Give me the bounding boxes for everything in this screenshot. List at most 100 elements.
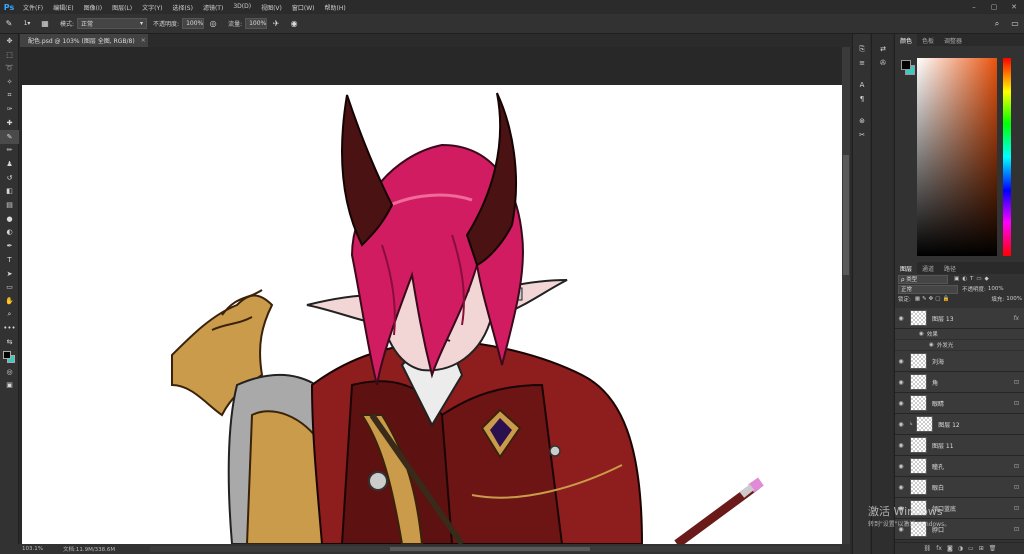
pressure-size-icon[interactable]: ◉ (285, 16, 303, 32)
layer-fx-badge[interactable]: fx (1013, 315, 1019, 322)
character-icon[interactable]: A (853, 78, 871, 92)
doc-info[interactable]: 文档:11.9M/338.6M (63, 545, 115, 553)
lasso-tool-icon[interactable]: ➰ (0, 61, 19, 75)
document-tab[interactable]: 配色.psd @ 103% (图层 全图, RGB/8) × (20, 34, 148, 47)
brush-preset-icon[interactable]: ✎ (0, 16, 18, 32)
maximize-button[interactable]: ▢ (984, 0, 1004, 14)
visibility-eye-icon[interactable]: ◉ (895, 379, 907, 386)
layer-opacity-value[interactable]: 100% (988, 286, 1004, 292)
marquee-tool-icon[interactable]: ⬚ (0, 48, 19, 62)
spot-heal-icon[interactable]: ✚ (0, 116, 19, 130)
history-icon[interactable]: ⎘ (853, 42, 871, 56)
menu-item-7[interactable]: 3D(D) (228, 3, 256, 12)
brush-size-picker[interactable]: 1 ▾ (18, 16, 36, 32)
layer-effect-row[interactable]: ◉ 效果 (895, 329, 1024, 340)
hand-tool-icon[interactable]: ✋ (0, 294, 19, 308)
menu-item-10[interactable]: 帮助(H) (320, 3, 351, 12)
filter-icons[interactable]: ▣◐T▭◆ (954, 276, 992, 282)
blend-mode-select[interactable]: 正常 (898, 284, 958, 294)
visibility-eye-icon[interactable]: ◉ (895, 421, 907, 428)
layer-kind-filter[interactable]: ρ 类型 (898, 274, 948, 284)
menu-item-0[interactable]: 文件(F) (18, 3, 48, 12)
close-document-icon[interactable]: × (141, 37, 146, 44)
canvas-area[interactable] (20, 47, 850, 544)
menu-item-6[interactable]: 滤镜(T) (198, 3, 228, 12)
zoom-tool-icon[interactable]: ⌕ (0, 308, 19, 322)
layer-row[interactable]: ◉ ↳ 图层 12 (895, 414, 1024, 435)
layer-row[interactable]: ◉ 角 ⊡ (895, 372, 1024, 393)
path-select-icon[interactable]: ➤ (0, 267, 19, 281)
adjustment-layer-icon[interactable]: ◑ (958, 545, 963, 552)
search-icon[interactable]: ⌕ (988, 16, 1006, 32)
visibility-eye-icon[interactable]: ◉ (895, 463, 907, 470)
tab-layers[interactable]: 图层 (895, 262, 918, 274)
layer-row[interactable]: ◉ 眼睛 ⊡ (895, 393, 1024, 414)
minimize-button[interactable]: – (964, 0, 984, 14)
quick-mask-icon[interactable]: ◎ (0, 365, 19, 379)
new-layer-icon[interactable]: ⊞ (979, 545, 984, 552)
airbrush-icon[interactable]: ✈ (267, 16, 285, 32)
toolbar-color-swatches[interactable] (0, 349, 19, 365)
gradient-tool-icon[interactable]: ▤ (0, 198, 19, 212)
horizontal-scroll-thumb[interactable] (390, 547, 590, 551)
hue-slider[interactable] (1003, 58, 1011, 256)
libraries-icon[interactable]: ⇄ (872, 42, 894, 56)
brush-tool-icon[interactable]: ✎ (0, 129, 19, 144)
toolbar-fg-color[interactable] (3, 350, 11, 359)
paragraph-icon[interactable]: ¶ (853, 92, 871, 106)
more-tools-icon[interactable]: ••• (0, 321, 19, 335)
lock-icons[interactable]: ▦✎✥▢🔒 (915, 296, 951, 302)
pressure-opacity-icon[interactable]: ◎ (204, 16, 222, 32)
visibility-eye-icon[interactable]: ◉ (895, 315, 907, 322)
new-group-icon[interactable]: ▭ (968, 545, 974, 552)
menu-item-9[interactable]: 窗口(W) (287, 3, 320, 12)
menu-item-8[interactable]: 视图(V) (256, 3, 287, 12)
layer-row[interactable]: ◉ 图层 13 fx (895, 308, 1024, 329)
tab-channels[interactable]: 通道 (917, 262, 939, 274)
add-mask-icon[interactable]: ◙ (947, 545, 953, 552)
menu-item-2[interactable]: 图像(I) (79, 3, 107, 12)
type-tool-icon[interactable]: T (0, 253, 19, 267)
opacity-field[interactable]: 100% (182, 18, 205, 29)
layer-effect-row[interactable]: ◉ 外发光 (895, 340, 1024, 351)
vertical-scroll-thumb[interactable] (843, 155, 849, 275)
visibility-eye-icon[interactable]: ◉ (895, 400, 907, 407)
fill-value[interactable]: 100% (1006, 296, 1022, 302)
effect-eye-icon[interactable]: ◉ (919, 331, 924, 337)
tab-color[interactable]: 颜色 (895, 34, 918, 46)
zoom-level[interactable]: 103.1% (22, 546, 43, 552)
tool-presets-icon[interactable]: ✂ (853, 128, 871, 142)
link-layers-icon[interactable]: ⛓ (924, 545, 932, 552)
tab-adjust[interactable]: 调整器 (939, 34, 967, 46)
layer-row[interactable]: ◉ 眼白 ⊡ (895, 477, 1024, 498)
history-brush-icon[interactable]: ↺ (0, 171, 19, 185)
visibility-eye-icon[interactable]: ◉ (895, 484, 907, 491)
blur-tool-icon[interactable]: ● (0, 212, 19, 226)
tab-paths[interactable]: 路径 (939, 262, 961, 274)
foreground-color-swatch[interactable] (901, 60, 911, 70)
menu-item-5[interactable]: 选择(S) (167, 3, 198, 12)
pencil-tool-icon[interactable]: ✏ (0, 144, 19, 158)
color-picker-field[interactable] (917, 58, 997, 256)
menu-item-4[interactable]: 文字(Y) (137, 3, 167, 12)
fx-icon[interactable]: fx (936, 545, 942, 552)
vertical-scrollbar[interactable] (842, 47, 850, 544)
mode-select[interactable]: 正常 ▾ (77, 18, 148, 29)
magic-wand-icon[interactable]: ✧ (0, 75, 19, 89)
workspace-icon[interactable]: ▭ (1006, 16, 1024, 32)
adjustments-icon[interactable]: ✇ (872, 56, 894, 70)
dodge-tool-icon[interactable]: ◐ (0, 226, 19, 240)
move-tool-icon[interactable]: ✥ (0, 34, 19, 48)
menu-item-3[interactable]: 图层(L) (107, 3, 137, 12)
eraser-tool-icon[interactable]: ◧ (0, 185, 19, 199)
crop-tool-icon[interactable]: ⌗ (0, 89, 19, 103)
canvas[interactable] (22, 85, 842, 544)
effect-eye-icon[interactable]: ◉ (929, 342, 934, 348)
pen-tool-icon[interactable]: ✒ (0, 239, 19, 253)
visibility-eye-icon[interactable]: ◉ (895, 442, 907, 449)
screen-mode-icon[interactable]: ▣ (0, 379, 19, 393)
close-button[interactable]: ✕ (1004, 0, 1024, 14)
clone-stamp-icon[interactable]: ♟ (0, 157, 19, 171)
brush-panel-toggle-icon[interactable]: ▦ (36, 16, 54, 32)
brush-settings-icon[interactable]: ⊛ (853, 114, 871, 128)
